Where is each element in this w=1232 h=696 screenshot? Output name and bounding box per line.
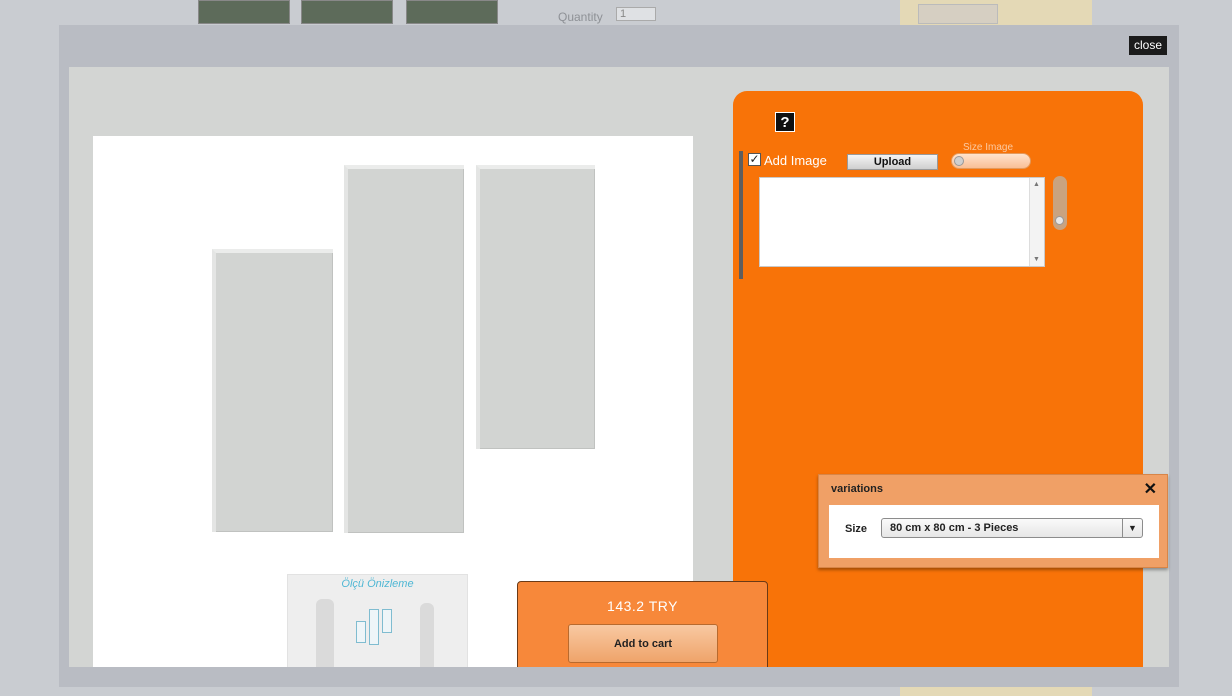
vertical-slider[interactable] bbox=[1053, 176, 1067, 230]
size-image-slider-handle[interactable] bbox=[954, 156, 964, 166]
editor-panel: ? ✓ Add Image Upload Size Image ▲ ▼ bbox=[733, 91, 1143, 667]
man-silhouette-icon bbox=[316, 599, 334, 667]
size-label: Size bbox=[845, 523, 868, 535]
canvas-panel-right bbox=[476, 165, 595, 449]
background-quantity-input: 1 bbox=[616, 7, 656, 21]
size-image-label: Size Image bbox=[963, 142, 1014, 153]
product-designer-modal: close Ölçü Önizleme ? ✓ Add Image Upload… bbox=[59, 25, 1179, 687]
scroll-up-icon[interactable]: ▲ bbox=[1033, 181, 1040, 188]
size-preview: Ölçü Önizleme bbox=[287, 574, 468, 667]
background-quantity-label: Quantity bbox=[558, 10, 603, 24]
mini-panel-icon bbox=[369, 609, 379, 645]
price-box: 143.2 TRY Add to cart bbox=[517, 581, 768, 667]
modal-content: Ölçü Önizleme ? ✓ Add Image Upload Size … bbox=[69, 67, 1169, 667]
add-to-cart-button[interactable]: Add to cart bbox=[568, 624, 718, 663]
background-thumbnail bbox=[301, 0, 393, 24]
add-image-label: Add Image bbox=[764, 153, 827, 168]
mini-panel-icon bbox=[382, 609, 392, 633]
scroll-down-icon[interactable]: ▼ bbox=[1033, 256, 1040, 263]
image-list-box[interactable]: ▲ ▼ bbox=[759, 177, 1045, 267]
canvas-panel-middle bbox=[344, 165, 464, 533]
image-list-scrollbar[interactable]: ▲ ▼ bbox=[1029, 178, 1044, 266]
background-thumbnail bbox=[198, 0, 290, 24]
chevron-down-icon[interactable]: ▼ bbox=[1122, 519, 1142, 537]
background-banner-bottom bbox=[900, 686, 1092, 696]
variations-body: Size 80 cm x 80 cm - 3 Pieces ▼ bbox=[829, 505, 1159, 558]
woman-silhouette-icon bbox=[420, 603, 434, 667]
mini-panel-icon bbox=[356, 621, 366, 643]
variations-title: variations bbox=[831, 483, 883, 495]
close-button[interactable]: close bbox=[1128, 36, 1167, 55]
size-select-value: 80 cm x 80 cm - 3 Pieces bbox=[890, 522, 1019, 534]
background-thumbnail bbox=[406, 0, 498, 24]
add-image-checkbox[interactable]: ✓ bbox=[748, 153, 761, 166]
variations-close-icon[interactable]: ✕ bbox=[1144, 479, 1157, 499]
size-image-slider[interactable] bbox=[951, 153, 1031, 169]
editor-left-bar bbox=[739, 151, 743, 279]
canvas-panel-left bbox=[212, 249, 333, 532]
upload-button[interactable]: Upload bbox=[847, 154, 938, 170]
size-preview-title: Ölçü Önizleme bbox=[341, 578, 414, 590]
variations-popup: variations ✕ Size 80 cm x 80 cm - 3 Piec… bbox=[818, 474, 1168, 568]
price-value: 143.2 TRY bbox=[607, 598, 678, 614]
help-icon[interactable]: ? bbox=[775, 112, 795, 132]
size-select[interactable]: 80 cm x 80 cm - 3 Pieces ▼ bbox=[881, 518, 1143, 538]
vertical-slider-handle[interactable] bbox=[1055, 216, 1064, 225]
background-banner-image bbox=[918, 4, 998, 24]
